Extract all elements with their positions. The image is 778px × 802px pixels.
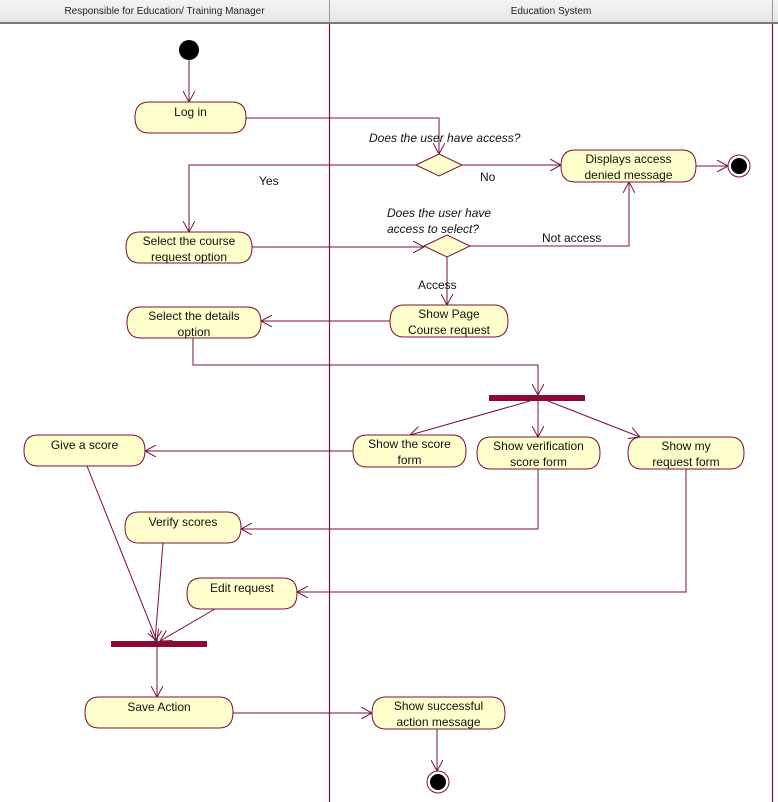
activity-save-action[interactable]: Save Action: [84, 696, 234, 729]
final-node: [426, 770, 450, 794]
activity-label: Show the score: [368, 437, 451, 451]
activity-label: Select the course: [143, 234, 236, 248]
activity-label: action message: [396, 715, 480, 729]
activity-label: Course request: [408, 323, 491, 337]
control-flow-edge: [160, 608, 216, 641]
activity-select-course-request[interactable]: Select the course request option: [125, 231, 253, 264]
control-flow-edge: [241, 469, 539, 529]
control-flow-edge: [410, 400, 531, 435]
activity-diagram: Log inSelect the courserequest optionSel…: [23, 24, 774, 802]
activity-label: Select the details: [148, 309, 239, 323]
activity-label: option: [178, 325, 211, 339]
activity-label: form: [398, 453, 422, 467]
activity-label: Displays access: [585, 152, 671, 166]
guard-label-yes: Yes: [259, 174, 279, 188]
activity-log-in[interactable]: Log in: [134, 101, 247, 134]
guard-label-not-access: Not access: [542, 231, 601, 245]
control-flow-edge: [297, 469, 687, 592]
activity-label: Show successful: [394, 699, 483, 713]
control-flow-edge: [155, 542, 164, 641]
activity-label: Give a score: [51, 438, 119, 452]
activity-displays-access-denied[interactable]: Displays access denied message: [560, 149, 697, 183]
activity-select-details[interactable]: Select the details option: [126, 306, 262, 339]
initial-node: [179, 40, 199, 60]
activity-label: request option: [151, 250, 227, 264]
decision-question-label: Does the user have: [387, 206, 491, 220]
activity-show-page-course-request[interactable]: Show Page Course request: [389, 304, 509, 338]
activity-give-score[interactable]: Give a score: [23, 434, 146, 467]
decision-question-label: access to select?: [387, 222, 479, 236]
activity-label: Verify scores: [149, 515, 218, 529]
decision-user-access: [414, 153, 464, 177]
control-flow-edge: [192, 338, 538, 395]
activity-label: Show my: [661, 439, 710, 453]
activity-label: request form: [652, 455, 719, 469]
guard-label-no: No: [480, 170, 496, 184]
activity-label: Show Page: [418, 307, 480, 321]
activity-label: denied message: [584, 168, 672, 182]
control-flow-edge: [189, 164, 416, 232]
activity-show-score-form[interactable]: Show the score form: [352, 434, 467, 468]
guard-label-access: Access: [418, 278, 457, 292]
activity-show-successful-action[interactable]: Show successful action message: [371, 696, 506, 730]
activity-show-verification-score-form[interactable]: Show verification score form: [476, 436, 601, 470]
control-flow-edge: [547, 400, 640, 437]
decision-user-access-select: [422, 234, 472, 258]
activity-edit-request[interactable]: Edit request: [186, 577, 298, 610]
activity-label: Log in: [174, 105, 207, 119]
control-flow-edge: [86, 465, 157, 641]
activity-verify-scores[interactable]: Verify scores: [124, 511, 242, 544]
decision-question-label: Does the user have access?: [369, 131, 521, 145]
activity-label: Edit request: [210, 581, 275, 595]
join-bar: [111, 641, 207, 647]
activity-label: Save Action: [127, 700, 190, 714]
final-node: [727, 154, 751, 178]
activity-label: Show verification: [493, 439, 584, 453]
fork-bar: [489, 395, 585, 401]
activity-show-my-request-form[interactable]: Show my request form: [627, 436, 745, 470]
activity-label: score form: [510, 455, 567, 469]
